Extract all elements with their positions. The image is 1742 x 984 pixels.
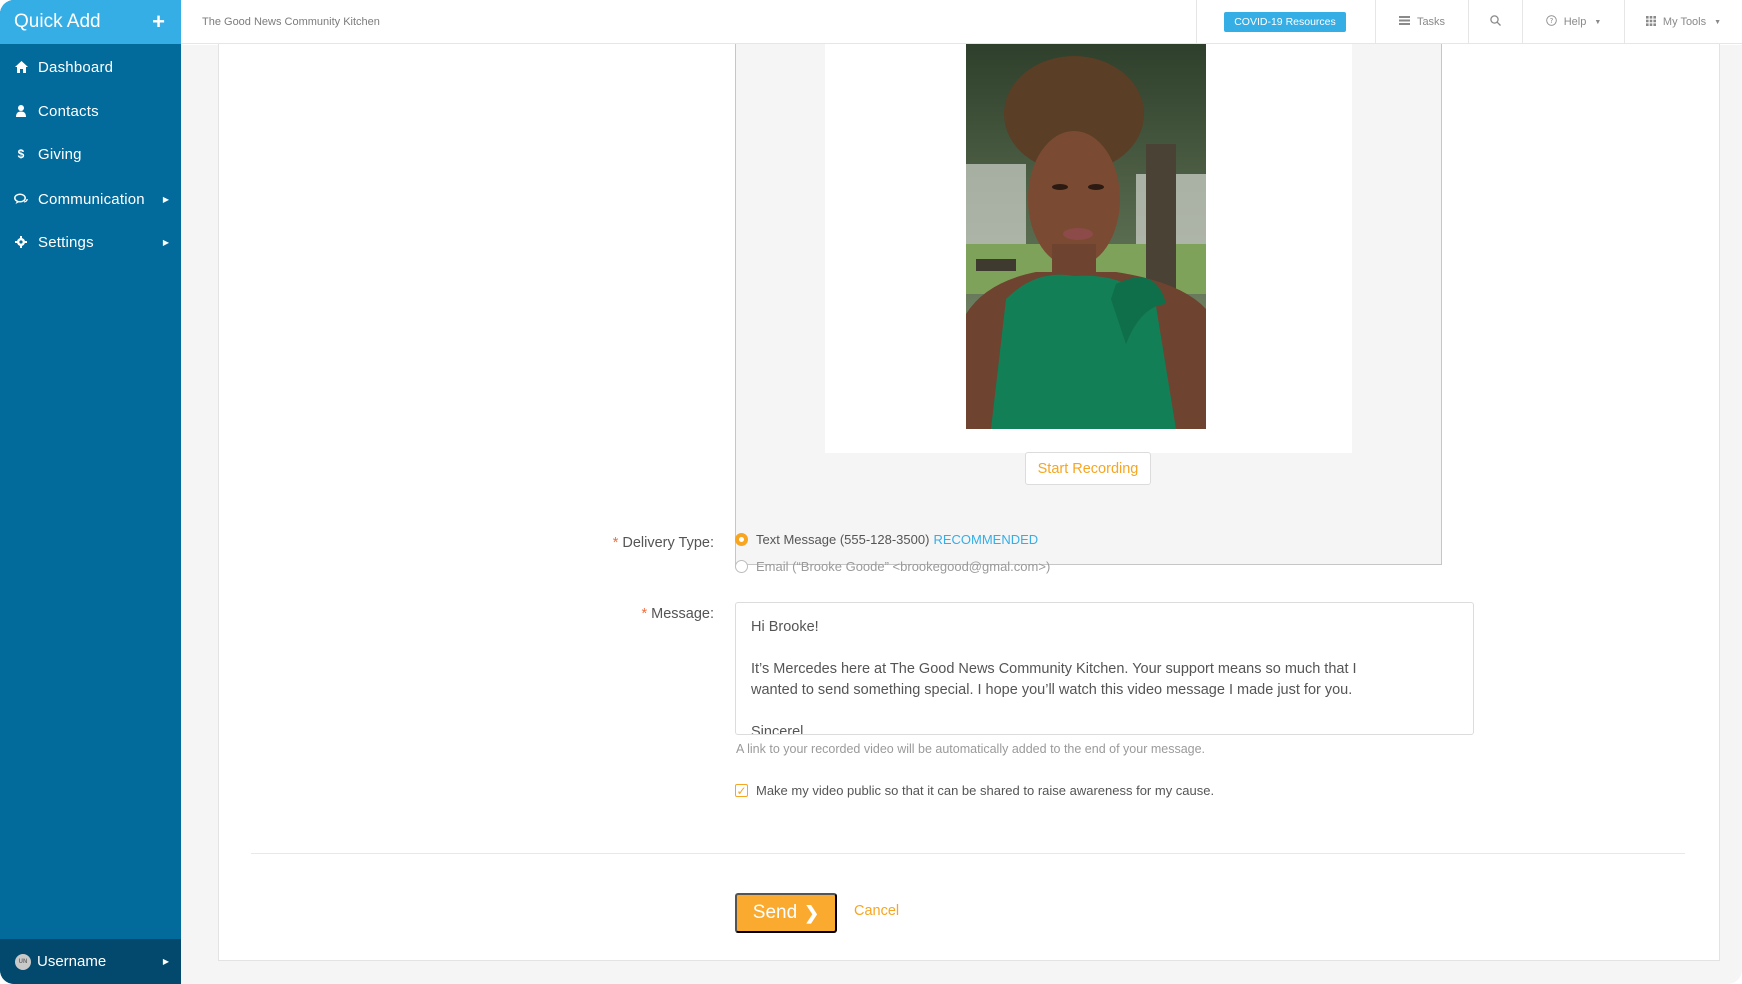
tasks-label: Tasks	[1416, 16, 1446, 28]
quick-add-button[interactable]: Quick Add +	[0, 0, 181, 44]
sidebar-item-settings[interactable]: Settings ▶	[0, 222, 181, 262]
dollar-icon: $	[17, 147, 25, 161]
make-public-option[interactable]: ✓ Make my video public so that it can be…	[735, 783, 1214, 798]
sidebar-item-label: Settings	[38, 233, 94, 251]
username-label: Username	[37, 953, 107, 970]
radio-button[interactable]	[735, 560, 748, 573]
sidebar-item-contacts[interactable]: Contacts	[0, 91, 181, 131]
my-tools-label: My Tools	[1662, 16, 1707, 28]
caret-down-icon: ▼	[1594, 18, 1602, 26]
sidebar-item-communication[interactable]: Communication ▶	[0, 179, 181, 219]
chat-icon	[14, 193, 28, 205]
home-icon	[14, 61, 28, 73]
header-divider	[1196, 0, 1197, 44]
svg-text:?: ?	[1549, 17, 1553, 25]
radio-button-selected[interactable]	[735, 533, 748, 546]
gear-icon	[14, 236, 28, 248]
plus-icon: +	[152, 9, 165, 34]
quick-add-label: Quick Add	[14, 11, 101, 32]
send-label: Send	[752, 902, 798, 923]
grid-icon	[1645, 15, 1656, 29]
message-textarea[interactable]: Hi Brooke! It’s Mercedes here at The Goo…	[735, 602, 1474, 735]
top-header: The Good News Community Kitchen COVID-19…	[181, 0, 1742, 44]
covid-resources-button[interactable]: COVID-19 Resources	[1224, 12, 1346, 32]
cancel-link[interactable]: Cancel	[854, 903, 899, 919]
search-icon	[1490, 15, 1501, 29]
caret-right-icon: ▶	[162, 194, 169, 204]
sidebar-item-label: Contacts	[38, 102, 99, 120]
caret-down-icon: ▼	[1714, 18, 1722, 26]
caret-right-icon: ▶	[162, 957, 169, 966]
sidebar-item-label: Dashboard	[38, 58, 114, 76]
sidebar-item-label: Giving	[38, 145, 82, 163]
recommended-badge: RECOMMENDED	[933, 532, 1039, 547]
delivery-option-text[interactable]: Text Message (555-128-3500) RECOMMENDED	[735, 532, 1038, 547]
my-tools-menu[interactable]: My Tools ▼	[1625, 0, 1742, 44]
make-public-checkbox[interactable]: ✓	[735, 784, 748, 797]
help-menu[interactable]: ? Help ▼	[1523, 0, 1624, 44]
message-help-text: A link to your recorded video will be au…	[736, 742, 1206, 756]
help-label: Help	[1563, 16, 1587, 28]
tasks-button[interactable]: Tasks	[1376, 0, 1468, 44]
sidebar-item-dashboard[interactable]: Dashboard	[0, 47, 181, 87]
send-button[interactable]: Send ❯	[735, 893, 837, 933]
question-circle-icon: ?	[1545, 15, 1557, 29]
user-menu[interactable]: UN Username ▶	[0, 939, 181, 984]
delivery-option-label: Email (“Brooke Goode” <brookegood@gmal.c…	[756, 559, 1051, 574]
caret-right-icon: ▶	[162, 237, 169, 247]
start-recording-button[interactable]: Start Recording	[1025, 452, 1151, 485]
organization-name: The Good News Community Kitchen	[202, 16, 380, 28]
user-icon	[14, 105, 28, 117]
message-label: * Message:	[641, 606, 714, 622]
delivery-option-email[interactable]: Email (“Brooke Goode” <brookegood@gmal.c…	[735, 559, 1050, 574]
required-marker: *	[612, 535, 619, 551]
required-marker: *	[641, 606, 648, 622]
make-public-label: Make my video public so that it can be s…	[756, 783, 1215, 798]
list-icon	[1398, 16, 1410, 28]
sidebar-item-giving[interactable]: $ Giving	[0, 134, 181, 174]
sidebar-item-label: Communication	[38, 190, 145, 208]
search-button[interactable]	[1469, 0, 1522, 44]
sidebar: Quick Add + Dashboard Contacts $ Giving …	[0, 0, 181, 984]
delivery-option-label: Text Message (555-128-3500)	[756, 532, 930, 547]
delivery-type-label: * Delivery Type:	[612, 535, 714, 551]
chevron-right-icon: ❯	[804, 902, 820, 923]
avatar: UN	[15, 953, 31, 970]
video-preview	[966, 44, 1206, 429]
form-divider	[251, 853, 1685, 854]
